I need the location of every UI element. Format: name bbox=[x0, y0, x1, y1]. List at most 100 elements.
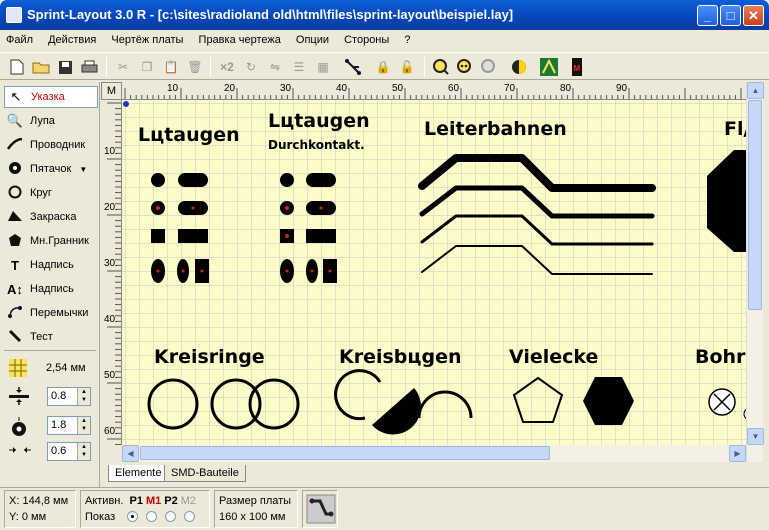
scroll-down-arrow[interactable]: ▼ bbox=[747, 428, 764, 445]
zoom-out-icon[interactable] bbox=[478, 56, 500, 78]
lock-icon[interactable]: 🔒 bbox=[372, 56, 394, 78]
app-icon bbox=[6, 7, 22, 23]
svg-text:M: M bbox=[574, 64, 581, 73]
delete-icon[interactable]: 🗑 bbox=[184, 56, 206, 78]
magnifier-icon: 🔍 bbox=[6, 113, 24, 128]
tool-magnifier[interactable]: 🔍 Лупа bbox=[4, 110, 98, 132]
pad-dropdown-icon[interactable]: ▼ bbox=[79, 165, 87, 174]
show-m1-radio[interactable] bbox=[146, 511, 158, 522]
menu-edit[interactable]: Правка чертежа bbox=[193, 30, 287, 50]
print-icon[interactable] bbox=[78, 56, 100, 78]
layers-panel: Активн. P1 M1 P2 M2 Показ bbox=[80, 490, 210, 528]
title-bar: Sprint-Layout 3.0 R - [c:\sites\radiolan… bbox=[0, 0, 769, 30]
ruler-left-label: 20 bbox=[104, 202, 116, 213]
align-icon[interactable]: ☰ bbox=[288, 56, 310, 78]
menu-bar: Файл Действия Чертёж платы Правка чертеж… bbox=[0, 30, 769, 50]
tool-circle[interactable]: Круг bbox=[4, 182, 98, 204]
layer-p1[interactable]: P1 bbox=[130, 495, 143, 507]
open-folder-icon[interactable] bbox=[30, 56, 52, 78]
grid-icon[interactable] bbox=[8, 358, 28, 381]
new-icon[interactable] bbox=[6, 56, 28, 78]
pointer-icon: ↖ bbox=[10, 89, 22, 104]
menu-help[interactable]: ? bbox=[398, 30, 416, 50]
label-leiterbahnen: Leiterbahnen bbox=[424, 118, 567, 140]
ruler-top-label: 50 bbox=[392, 83, 404, 94]
ruler-origin-button[interactable]: M bbox=[101, 82, 122, 100]
tool-track[interactable]: Проводник bbox=[4, 134, 98, 156]
layer-colors-icon[interactable] bbox=[508, 56, 530, 78]
autoroute-icon[interactable] bbox=[538, 56, 560, 78]
tool-test[interactable]: Тест bbox=[4, 326, 98, 348]
board-drawing bbox=[122, 100, 746, 445]
track-width-stepper[interactable]: ▲ ▼ bbox=[77, 388, 90, 405]
layer-m1[interactable]: M1 bbox=[146, 495, 161, 507]
tool-pad[interactable]: Пятачок ▼ bbox=[4, 158, 98, 180]
menu-sides[interactable]: Стороны bbox=[338, 30, 395, 50]
connection-icon[interactable] bbox=[342, 56, 364, 78]
tool-text-vertical[interactable]: A↕ Надпись bbox=[4, 278, 98, 300]
ruler-top-label: 40 bbox=[336, 83, 348, 94]
connection-toggle[interactable] bbox=[302, 490, 338, 528]
coordinates-panel: X: 144,8 мм Y: 0 мм bbox=[4, 490, 76, 528]
close-button[interactable]: ✕ bbox=[743, 5, 764, 26]
tool-panel: ↖ Указка 🔍 Лупа Проводник Пятачок ▼ Круг… bbox=[0, 82, 100, 487]
board-size-label: Размер платы bbox=[219, 495, 292, 507]
board-canvas[interactable]: Lцtaugen Lцtaugen Durchkontakt. Leiterba… bbox=[122, 100, 746, 445]
duplicate-icon[interactable]: ×2 bbox=[216, 56, 238, 78]
tool-pointer[interactable]: ↖ Указка bbox=[4, 86, 98, 108]
pad-inner-input[interactable]: 0.6 ▲ ▼ bbox=[47, 442, 91, 461]
scroll-up-arrow[interactable]: ▲ bbox=[747, 82, 764, 99]
vertical-scrollbar[interactable]: ▲ ▼ bbox=[746, 82, 764, 462]
maximize-button[interactable]: □ bbox=[720, 5, 741, 26]
scroll-right-arrow[interactable]: ▶ bbox=[729, 445, 746, 462]
layer-m2[interactable]: M2 bbox=[181, 495, 196, 507]
cut-icon[interactable]: ✂ bbox=[112, 56, 134, 78]
tab-smd-bauteile[interactable]: SMD-Bauteile bbox=[164, 465, 246, 482]
menu-file[interactable]: Файл bbox=[0, 30, 39, 50]
menu-options[interactable]: Опции bbox=[290, 30, 335, 50]
paste-icon[interactable]: 📋 bbox=[160, 56, 182, 78]
tool-polygon[interactable]: Мн.Гранник bbox=[4, 230, 98, 252]
menu-actions[interactable]: Действия bbox=[42, 30, 102, 50]
ruler-top-label: 70 bbox=[504, 83, 516, 94]
macro-icon[interactable]: M bbox=[566, 56, 588, 78]
save-icon[interactable] bbox=[54, 56, 76, 78]
window-title: Sprint-Layout 3.0 R - [c:\sites\radiolan… bbox=[27, 7, 514, 22]
track-width-input[interactable]: 0.8 ▲ ▼ bbox=[47, 387, 91, 406]
tab-elemente[interactable]: Elemente bbox=[108, 465, 169, 482]
ruler-left-label: 50 bbox=[104, 370, 116, 381]
show-p2-radio[interactable] bbox=[165, 511, 177, 522]
pad-icon bbox=[4, 161, 26, 178]
polygon-icon bbox=[4, 233, 26, 250]
ruler-left-label: 30 bbox=[104, 258, 116, 269]
vertical-scroll-thumb[interactable] bbox=[748, 100, 762, 310]
pad-outer-stepper[interactable]: ▲ ▼ bbox=[77, 417, 90, 434]
mirror-icon[interactable]: ⇋ bbox=[264, 56, 286, 78]
unlock-icon[interactable]: 🔓 bbox=[396, 56, 418, 78]
zoom-icon[interactable] bbox=[430, 56, 452, 78]
rotate-icon[interactable]: ↻ bbox=[240, 56, 262, 78]
pad-inner-stepper[interactable]: ▲ ▼ bbox=[77, 443, 90, 460]
horizontal-scroll-thumb[interactable] bbox=[140, 446, 550, 460]
scroll-left-arrow[interactable]: ◀ bbox=[122, 445, 139, 462]
label-durchkontakt: Durchkontakt. bbox=[268, 138, 365, 152]
ruler-top-label: 80 bbox=[560, 83, 572, 94]
test-icon bbox=[4, 329, 26, 346]
minimize-button[interactable]: _ bbox=[697, 5, 718, 26]
grid-value[interactable]: 2,54 мм bbox=[46, 362, 86, 374]
menu-board[interactable]: Чертёж платы bbox=[105, 30, 189, 50]
tab-strip: Elemente SMD-Bauteile bbox=[100, 465, 340, 483]
show-m2-radio[interactable] bbox=[184, 511, 196, 522]
board-size-panel: Размер платы 160 x 100 мм bbox=[214, 490, 298, 528]
group-icon[interactable]: ▦ bbox=[312, 56, 334, 78]
zoom-fit-icon[interactable] bbox=[454, 56, 476, 78]
pad-outer-input[interactable]: 1.8 ▲ ▼ bbox=[47, 416, 91, 435]
tool-fill[interactable]: Закраска bbox=[4, 206, 98, 228]
layer-p2[interactable]: P2 bbox=[164, 495, 177, 507]
horizontal-scrollbar[interactable]: ◀ ▶ bbox=[122, 445, 746, 462]
tool-jumper[interactable]: Перемычки bbox=[4, 302, 98, 324]
label-lotaugen-1: Lцtaugen bbox=[138, 124, 240, 146]
tool-text[interactable]: T Надпись bbox=[4, 254, 98, 276]
copy-icon[interactable]: ❐ bbox=[136, 56, 158, 78]
show-p1-radio[interactable] bbox=[127, 511, 139, 522]
